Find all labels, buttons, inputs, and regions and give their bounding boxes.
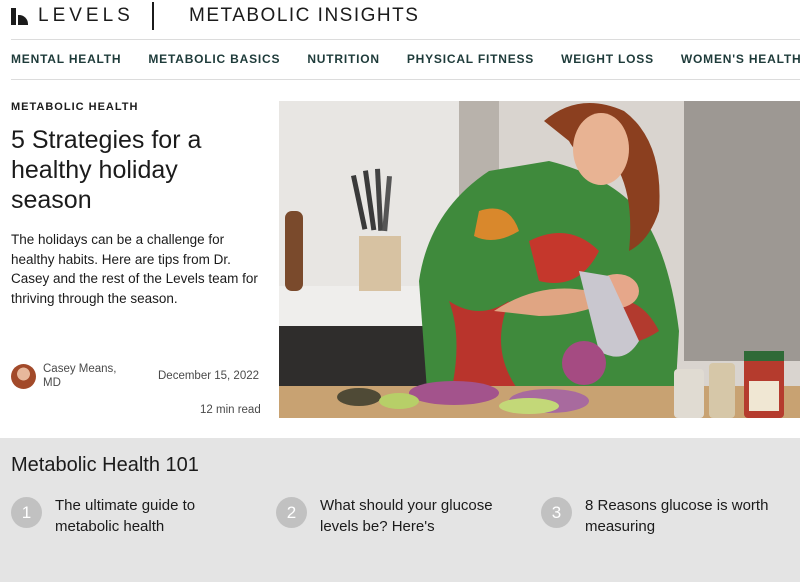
category-nav: MENTAL HEALTH METABOLIC BASICS NUTRITION… — [11, 52, 800, 66]
article-title[interactable]: 5 Strategies for a healthy holiday seaso… — [11, 125, 261, 215]
article-dek: The holidays can be a challenge for heal… — [11, 232, 258, 306]
guide-item-2[interactable]: 2 What should your glucose levels be? He… — [276, 496, 520, 537]
author-byline[interactable]: Casey Means, MD — [11, 362, 125, 390]
author-avatar — [11, 363, 36, 389]
nav-item-womens-health[interactable]: WOMEN'S HEALTH — [681, 52, 800, 66]
logo-text: LEVELS — [38, 5, 134, 26]
guide-item-title[interactable]: 8 Reasons glucose is worth measuring — [585, 496, 785, 537]
guide-item-title[interactable]: What should your glucose levels be? Here… — [320, 496, 520, 537]
publish-date: December 15, 2022 — [158, 370, 260, 382]
levels-logo[interactable]: LEVELS — [11, 5, 134, 27]
header-divider — [152, 2, 154, 30]
header-rule — [11, 39, 800, 40]
guide-item-3[interactable]: 3 8 Reasons glucose is worth measuring — [541, 496, 785, 537]
number-badge: 3 — [541, 497, 572, 528]
nav-item-mental-health[interactable]: MENTAL HEALTH — [11, 52, 121, 66]
hero-image[interactable] — [279, 101, 800, 418]
nav-rule — [11, 79, 800, 80]
article-category[interactable]: METABOLIC HEALTH — [11, 101, 138, 113]
guide-item-1[interactable]: 1 The ultimate guide to metabolic health — [11, 496, 255, 537]
hero-photo-illustration — [279, 101, 800, 418]
levels-logo-icon — [11, 7, 29, 25]
metabolic-101-title[interactable]: Metabolic Health 101 — [11, 454, 199, 477]
nav-item-physical-fitness[interactable]: PHYSICAL FITNESS — [407, 52, 534, 66]
read-time: 12 min read — [200, 404, 261, 416]
site-header: LEVELS METABOLIC INSIGHTS — [0, 0, 800, 34]
number-badge: 2 — [276, 497, 307, 528]
section-title[interactable]: METABOLIC INSIGHTS — [189, 5, 419, 27]
nav-item-metabolic-basics[interactable]: METABOLIC BASICS — [148, 52, 280, 66]
nav-item-nutrition[interactable]: NUTRITION — [307, 52, 380, 66]
guide-item-title[interactable]: The ultimate guide to metabolic health — [55, 496, 255, 537]
author-name: Casey Means, MD — [43, 363, 117, 389]
nav-item-weight-loss[interactable]: WEIGHT LOSS — [561, 52, 654, 66]
number-badge: 1 — [11, 497, 42, 528]
